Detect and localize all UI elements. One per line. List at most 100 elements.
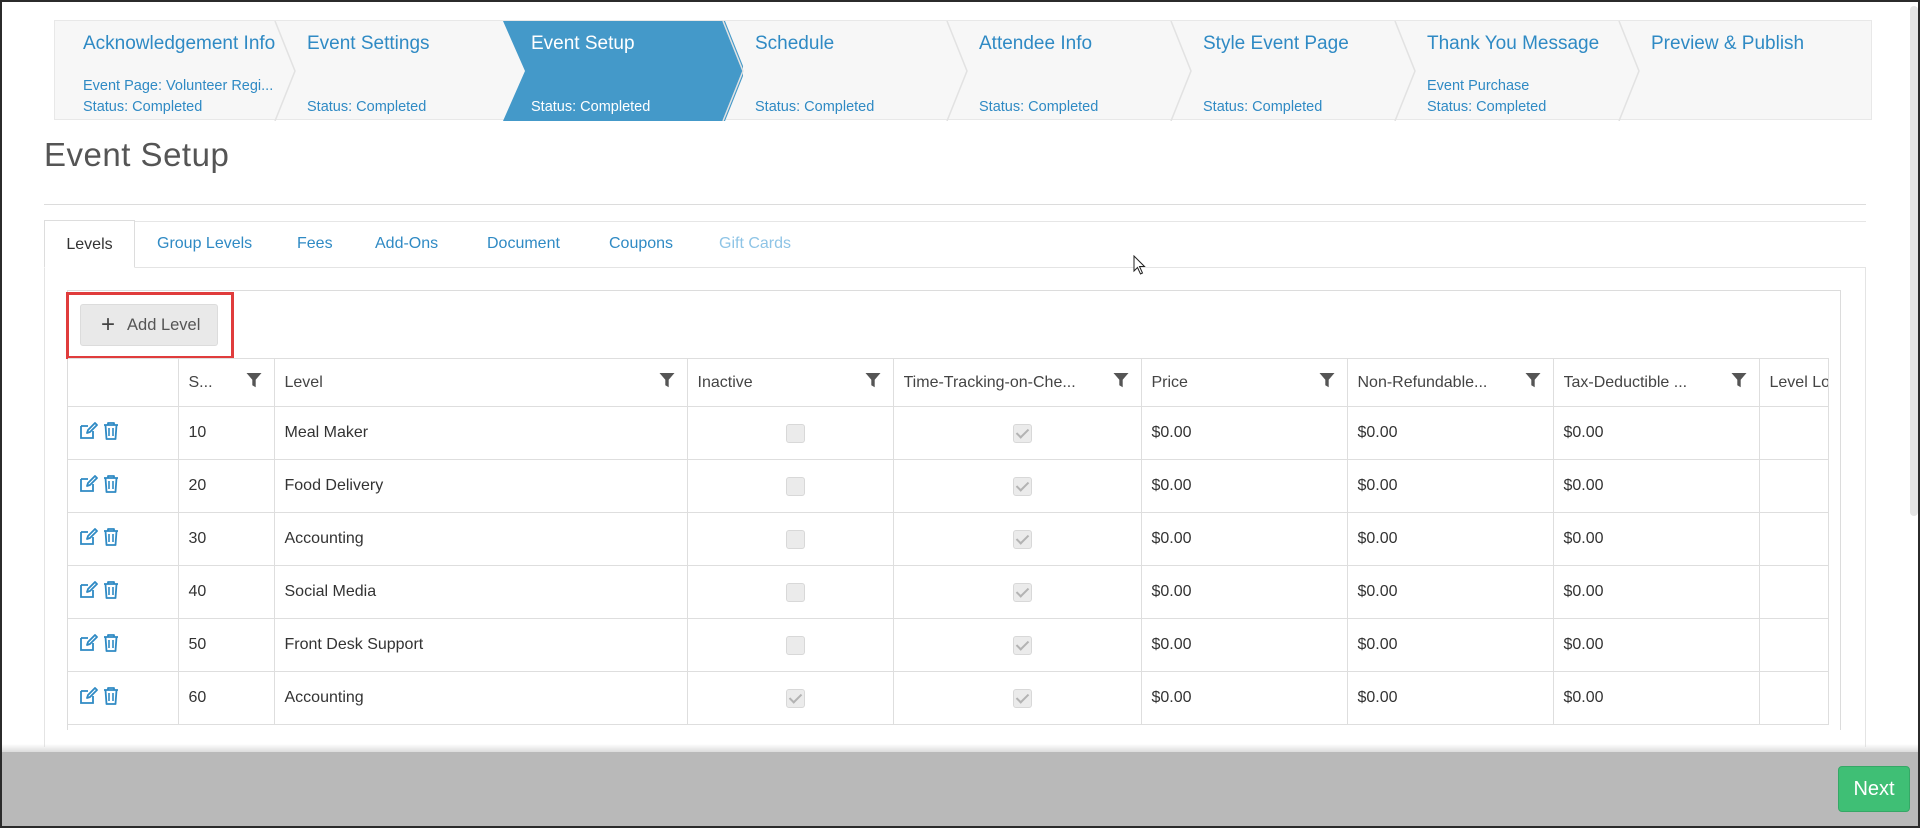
column-header-time-tracking[interactable]: Time-Tracking-on-Che... [893,358,1142,407]
trash-icon[interactable] [102,527,120,552]
column-header-non-refundable[interactable]: Non-Refundable... [1347,358,1554,407]
cell-inactive [687,406,894,460]
tab-levels[interactable]: Levels [44,220,135,268]
wizard-step-status: Status: Completed [1203,99,1323,115]
cell-inactive [687,618,894,672]
cell-time-tracking [893,459,1142,513]
next-button[interactable]: Next [1838,766,1910,812]
trash-icon[interactable] [102,633,120,658]
wizard-step-title: Style Event Page [1203,33,1349,54]
tab-add-ons[interactable]: Add-Ons [375,220,438,268]
tab-coupons[interactable]: Coupons [609,220,673,268]
wizard-step-event-setup[interactable]: Event Setup Status: Completed [503,21,743,121]
cell-tax-deductible: $0.00 [1553,618,1760,672]
inactive-checkbox [785,476,805,496]
cell-sort: 30 [178,512,275,566]
edit-icon[interactable] [78,580,98,605]
filter-icon[interactable] [659,372,675,394]
wizard-step-title: Schedule [755,33,835,54]
cell-time-tracking [893,671,1142,725]
cell-sort: 20 [178,459,275,513]
column-header-level[interactable]: Level [274,358,688,407]
wizard-step-title: Acknowledgement Info [83,33,276,54]
edit-icon[interactable] [78,633,98,658]
time-tracking-checkbox [1012,476,1032,496]
table-header-row: S... Level Inactive Time-Tracking-on-Che… [68,358,1829,407]
wizard-step-acknowledgement-info[interactable]: Acknowledgement Info Event Page: Volunte… [55,21,279,121]
levels-table: S... Level Inactive Time-Tracking-on-Che… [68,358,1829,725]
tab-group-levels[interactable]: Group Levels [157,220,252,268]
wizard-step-schedule[interactable]: Schedule Status: Completed [727,21,951,121]
column-header-inactive[interactable]: Inactive [687,358,894,407]
edit-icon[interactable] [78,421,98,446]
wizard-step-detail: Event Purchase [1427,78,1530,94]
cell-level: Front Desk Support [274,618,688,672]
cell-level-location [1759,671,1829,725]
tab-fees[interactable]: Fees [297,220,333,268]
tab-document[interactable]: Document [487,220,560,268]
table-row: 60 Accounting $0.00 $0.00 $0.00 [68,671,1829,725]
cell-level-location [1759,406,1829,460]
table-row: 40 Social Media $0.00 $0.00 $0.00 [68,565,1829,619]
column-header-sort[interactable]: S... [178,358,275,407]
inactive-checkbox [785,529,805,549]
cell-sort: 40 [178,565,275,619]
cell-time-tracking [893,406,1142,460]
column-header-tax-deductible[interactable]: Tax-Deductible ... [1553,358,1760,407]
page-scrollbar[interactable] [1910,6,1918,516]
edit-icon[interactable] [78,474,98,499]
page-title: Event Setup [44,136,230,173]
cell-sort: 60 [178,671,275,725]
cell-non-refundable: $0.00 [1347,459,1554,513]
cell-price: $0.00 [1141,459,1348,513]
wizard-step-title: Preview & Publish [1651,33,1805,54]
filter-icon[interactable] [246,372,262,394]
cell-non-refundable: $0.00 [1347,671,1554,725]
cell-level-location [1759,459,1829,513]
wizard-step-style-event-page[interactable]: Style Event Page Status: Completed [1175,21,1399,121]
cell-level: Accounting [274,671,688,725]
column-header-level-location[interactable]: Level Lo [1759,358,1829,407]
wizard-step-status: Status: Completed [531,99,651,115]
filter-icon[interactable] [865,372,881,394]
highlight-box [66,292,234,359]
time-tracking-checkbox [1012,423,1032,443]
cell-time-tracking [893,618,1142,672]
cell-level: Meal Maker [274,406,688,460]
time-tracking-checkbox [1012,582,1032,602]
edit-icon[interactable] [78,527,98,552]
cell-sort: 10 [178,406,275,460]
column-header-actions [68,358,179,407]
wizard-step-preview-publish[interactable]: Preview & Publish [1623,21,1847,121]
table-row: 20 Food Delivery $0.00 $0.00 $0.00 [68,459,1829,513]
divider [44,204,1866,205]
wizard-step-status: Status: Completed [755,99,875,115]
column-header-price[interactable]: Price [1141,358,1348,407]
trash-icon[interactable] [102,421,120,446]
filter-icon[interactable] [1319,372,1335,394]
wizard-step-title: Attendee Info [979,33,1093,54]
wizard-step-title: Event Setup [531,33,635,54]
trash-icon[interactable] [102,686,120,711]
row-actions [68,512,179,566]
cell-tax-deductible: $0.00 [1553,671,1760,725]
footer-shadow [2,744,1918,752]
filter-icon[interactable] [1731,372,1747,394]
filter-icon[interactable] [1525,372,1541,394]
cell-level: Food Delivery [274,459,688,513]
time-tracking-checkbox [1012,529,1032,549]
inactive-checkbox [785,423,805,443]
edit-icon[interactable] [78,686,98,711]
trash-icon[interactable] [102,580,120,605]
row-actions [68,565,179,619]
wizard-step-attendee-info[interactable]: Attendee Info Status: Completed [951,21,1175,121]
wizard-step-title: Thank You Message [1427,33,1600,54]
wizard-step-thank-you-message[interactable]: Thank You Message Event Purchase Status:… [1399,21,1623,121]
cell-level: Accounting [274,512,688,566]
table-row: 30 Accounting $0.00 $0.00 $0.00 [68,512,1829,566]
cell-inactive [687,512,894,566]
filter-icon[interactable] [1113,372,1129,394]
trash-icon[interactable] [102,474,120,499]
table-row: 10 Meal Maker $0.00 $0.00 $0.00 [68,406,1829,460]
wizard-step-event-settings[interactable]: Event Settings Status: Completed [279,21,503,121]
